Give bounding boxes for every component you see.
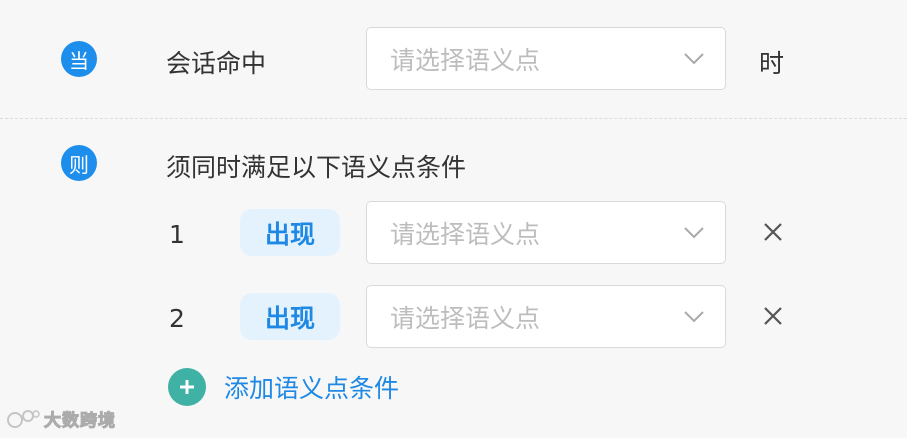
watermark: 大数跨境 xyxy=(6,406,116,432)
condition-semantic-select[interactable]: 请选择语义点 xyxy=(366,201,726,264)
chevron-down-icon xyxy=(684,52,704,64)
add-condition-label: 添加语义点条件 xyxy=(224,374,400,403)
close-icon xyxy=(764,307,782,325)
close-icon xyxy=(764,223,782,241)
chevron-down-icon xyxy=(684,310,704,322)
add-condition-button[interactable]: 添加语义点条件 xyxy=(168,368,399,406)
condition-index: 2 xyxy=(169,304,185,333)
when-semantic-select[interactable]: 请选择语义点 xyxy=(366,27,726,90)
chevron-down-icon xyxy=(684,226,704,238)
when-suffix: 时 xyxy=(759,49,785,78)
watermark-logo-icon xyxy=(7,409,40,428)
then-badge: 则 xyxy=(61,145,97,181)
condition-type-tag[interactable]: 出现 xyxy=(240,209,340,256)
remove-condition-button[interactable] xyxy=(758,301,788,331)
watermark-text: 大数跨境 xyxy=(44,411,116,432)
then-label: 须同时满足以下语义点条件 xyxy=(166,153,467,182)
condition-select-placeholder: 请选择语义点 xyxy=(390,303,541,333)
condition-type-tag[interactable]: 出现 xyxy=(240,293,340,340)
when-select-placeholder: 请选择语义点 xyxy=(390,45,541,75)
plus-circle-icon xyxy=(168,368,206,406)
condition-semantic-select[interactable]: 请选择语义点 xyxy=(366,285,726,348)
section-divider xyxy=(0,118,907,119)
when-label: 会话命中 xyxy=(166,49,267,78)
condition-select-placeholder: 请选择语义点 xyxy=(390,219,541,249)
when-badge: 当 xyxy=(61,41,97,77)
condition-index: 1 xyxy=(169,220,185,249)
remove-condition-button[interactable] xyxy=(758,217,788,247)
